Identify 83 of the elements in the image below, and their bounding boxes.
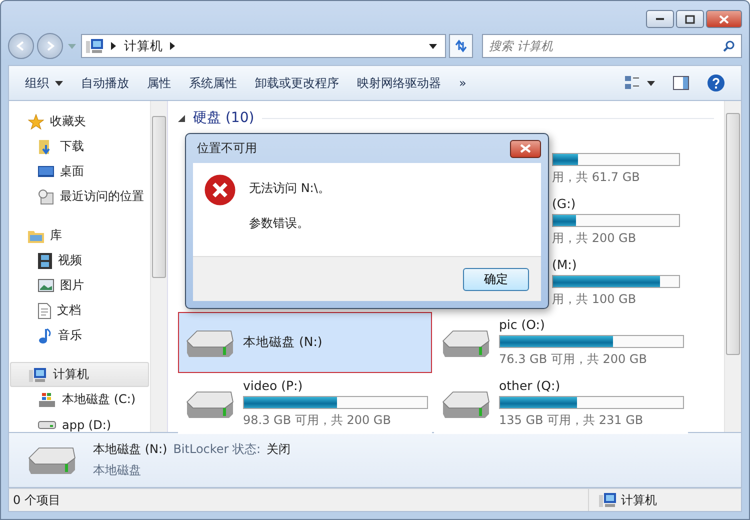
view-options-icon[interactable] bbox=[625, 76, 655, 90]
minimize-button[interactable] bbox=[646, 10, 674, 28]
sidebar-item[interactable]: 最近访问的位置 bbox=[9, 184, 150, 209]
drive-name: pic (O:) bbox=[499, 317, 546, 334]
address-bar[interactable]: 计算机 bbox=[81, 34, 446, 58]
sidebar-item[interactable]: 桌面 bbox=[9, 159, 150, 184]
sidebar-item[interactable]: 下载 bbox=[9, 134, 150, 159]
drive-usage-text: 135 GB 可用，共 231 GB bbox=[499, 412, 644, 429]
computer-icon bbox=[86, 38, 104, 54]
error-icon bbox=[203, 173, 237, 207]
preview-pane-icon[interactable] bbox=[673, 76, 689, 90]
close-icon bbox=[719, 14, 729, 24]
sidebar-item[interactable]: 视频 bbox=[9, 248, 150, 273]
location-text: 计算机 bbox=[621, 492, 657, 508]
recent-places-icon bbox=[38, 188, 54, 204]
search-icon bbox=[723, 40, 735, 52]
details-value: 关闭 bbox=[266, 441, 291, 458]
desktop-icon bbox=[38, 164, 54, 178]
details-name: 本地磁盘 (N:) bbox=[93, 441, 168, 458]
drive-icon bbox=[38, 420, 56, 430]
maximize-button[interactable] bbox=[676, 10, 704, 28]
close-button[interactable] bbox=[510, 140, 541, 158]
toolbar-button[interactable]: 组织 bbox=[17, 70, 71, 96]
sidebar-item[interactable]: 本地磁盘 (C:) bbox=[9, 387, 150, 412]
dialog-detail: 参数错误。 bbox=[249, 215, 310, 232]
drive-name: video (P:) bbox=[243, 378, 304, 395]
breadcrumb-item[interactable]: 计算机 bbox=[124, 38, 163, 54]
sidebar-item[interactable]: app (D:) bbox=[9, 412, 150, 432]
item-count: 0 个项目 bbox=[13, 492, 60, 508]
ok-button[interactable]: 确定 bbox=[463, 268, 529, 290]
caret-icon bbox=[55, 80, 63, 86]
sidebar-item[interactable]: 音乐 bbox=[9, 323, 150, 348]
forward-button[interactable] bbox=[37, 33, 63, 59]
group-title: 硬盘 (10) bbox=[193, 109, 254, 127]
drive-name: (M:) bbox=[552, 257, 578, 274]
back-button[interactable] bbox=[8, 33, 34, 59]
star-icon bbox=[28, 114, 44, 130]
chevron-icon bbox=[111, 42, 117, 50]
drive-item[interactable]: 本地磁盘 (N:) bbox=[178, 312, 432, 373]
maximize-icon bbox=[685, 14, 695, 24]
close-icon bbox=[520, 144, 531, 153]
details-label: BitLocker 状态: bbox=[173, 441, 261, 458]
music-note-icon bbox=[38, 328, 52, 344]
dialog-title: 位置不可用 bbox=[197, 140, 257, 157]
sidebar-item[interactable]: 计算机 bbox=[10, 362, 149, 387]
drive-name: other (Q:) bbox=[499, 378, 562, 395]
drive-name: 本地磁盘 (N:) bbox=[243, 334, 322, 351]
scrollbar[interactable] bbox=[724, 101, 741, 432]
help-icon[interactable] bbox=[707, 74, 725, 92]
film-icon bbox=[38, 252, 52, 268]
folder-icon bbox=[28, 228, 44, 242]
computer-icon bbox=[599, 492, 617, 508]
sidebar-item[interactable]: 库 bbox=[9, 223, 150, 248]
drive-name: (G:) bbox=[552, 196, 577, 213]
toolbar-button[interactable]: 属性 bbox=[139, 70, 179, 96]
system-drive-icon bbox=[38, 392, 56, 408]
details-type: 本地磁盘 bbox=[93, 462, 142, 479]
sidebar-item[interactable]: 文档 bbox=[9, 298, 150, 323]
scrollbar[interactable] bbox=[150, 101, 167, 432]
toolbar-button[interactable]: 映射网络驱动器 bbox=[349, 70, 449, 96]
toolbar-button[interactable]: 自动播放 bbox=[73, 70, 137, 96]
toolbar-button[interactable]: 系统属性 bbox=[181, 70, 245, 96]
drive-usage-text: 用，共 200 GB bbox=[552, 230, 638, 247]
refresh-button[interactable] bbox=[449, 34, 473, 58]
sidebar-item[interactable]: 收藏夹 bbox=[9, 109, 150, 134]
toolbar-button[interactable]: 卸载或更改程序 bbox=[247, 70, 347, 96]
drive-usage-text: 76.3 GB 可用，共 200 GB bbox=[499, 351, 648, 368]
dropdown-icon[interactable] bbox=[429, 44, 437, 48]
picture-icon bbox=[38, 279, 54, 292]
drive-usage-text: 用，共 100 GB bbox=[552, 291, 638, 308]
chevron-icon bbox=[170, 42, 176, 50]
drive-usage-text: 用，共 61.7 GB bbox=[552, 169, 641, 186]
refresh-icon bbox=[454, 39, 468, 53]
more-button[interactable]: » bbox=[451, 72, 474, 94]
sidebar-item[interactable]: 图片 bbox=[9, 273, 150, 298]
document-icon bbox=[38, 302, 51, 318]
dialog-message: 无法访问 N:\。 bbox=[249, 180, 330, 197]
computer-icon bbox=[29, 366, 47, 382]
search-field[interactable]: 搜索 计算机 bbox=[482, 34, 742, 58]
minimize-icon bbox=[655, 17, 665, 21]
close-button[interactable] bbox=[706, 10, 742, 28]
collapse-icon[interactable] bbox=[178, 114, 185, 122]
drive-usage-text: 98.3 GB 可用，共 200 GB bbox=[243, 412, 392, 429]
